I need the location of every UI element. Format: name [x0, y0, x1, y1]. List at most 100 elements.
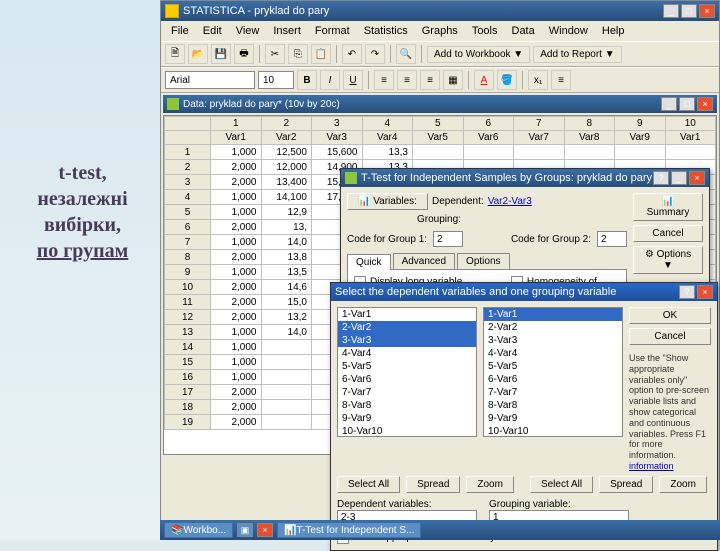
- ttest-close-button[interactable]: ×: [689, 171, 705, 185]
- code2-input[interactable]: [597, 231, 627, 247]
- varsel-close-button[interactable]: ×: [697, 285, 713, 299]
- list-item[interactable]: 7-Var7: [338, 386, 476, 399]
- list-item[interactable]: 3-Var3: [484, 334, 622, 347]
- align-left-icon[interactable]: ≡: [374, 70, 394, 90]
- font-select[interactable]: [165, 71, 255, 89]
- spread1-button[interactable]: Spread: [406, 476, 460, 493]
- selectall1-button[interactable]: Select All: [337, 476, 400, 493]
- menu-tools[interactable]: Tools: [466, 23, 504, 39]
- list-item[interactable]: 5-Var5: [338, 360, 476, 373]
- dependent-listbox[interactable]: 1-Var12-Var23-Var34-Var45-Var56-Var67-Va…: [337, 307, 477, 437]
- list-item[interactable]: 6-Var6: [338, 373, 476, 386]
- list-item[interactable]: 6-Var6: [484, 373, 622, 386]
- zoom1-button[interactable]: Zoom: [466, 476, 514, 493]
- list-item[interactable]: 2-Var2: [338, 321, 476, 334]
- doc-close-button[interactable]: ×: [697, 97, 713, 111]
- redo-icon[interactable]: ↷: [365, 44, 385, 64]
- list-item[interactable]: 8-Var8: [338, 399, 476, 412]
- ttest-options-button[interactable]: ⚙ Options ▼: [633, 246, 703, 274]
- find-icon[interactable]: 🔍: [396, 44, 416, 64]
- task-workbook[interactable]: 📚 Workbo...: [164, 522, 233, 538]
- undo-icon[interactable]: ↶: [342, 44, 362, 64]
- tab-options[interactable]: Options: [457, 253, 509, 269]
- list-item[interactable]: 1-Var1: [338, 308, 476, 321]
- tab-advanced[interactable]: Advanced: [393, 253, 455, 269]
- zoom2-button[interactable]: Zoom: [659, 476, 707, 493]
- save-icon[interactable]: 💾: [211, 44, 231, 64]
- doc-maximize-button[interactable]: □: [679, 97, 695, 111]
- italic-button[interactable]: I: [320, 70, 340, 90]
- ttest-icon: [345, 172, 357, 184]
- ttest-title: T-Test for Independent Samples by Groups…: [341, 169, 709, 187]
- fill-color-icon[interactable]: 🪣: [497, 70, 517, 90]
- menu-file[interactable]: File: [165, 23, 195, 39]
- list-item[interactable]: 4-Var4: [338, 347, 476, 360]
- list-item[interactable]: 10-Var10: [484, 425, 622, 437]
- menu-data[interactable]: Data: [506, 23, 541, 39]
- font-color-icon[interactable]: A: [474, 70, 494, 90]
- list-item[interactable]: 9-Var9: [484, 412, 622, 425]
- list-item[interactable]: 8-Var8: [484, 399, 622, 412]
- add-workbook-button[interactable]: Add to Workbook ▼: [427, 46, 530, 63]
- spread2-button[interactable]: Spread: [599, 476, 653, 493]
- new-icon[interactable]: 🗎: [165, 44, 185, 64]
- underline-button[interactable]: U: [343, 70, 363, 90]
- code1-input[interactable]: [433, 231, 463, 247]
- borders-icon[interactable]: ▦: [443, 70, 463, 90]
- add-report-button[interactable]: Add to Report ▼: [533, 46, 621, 63]
- task-restore-icon[interactable]: ▣: [237, 523, 253, 537]
- task-ttest[interactable]: 📊 T-Test for Independent S...: [277, 522, 421, 538]
- open-icon[interactable]: 📂: [188, 44, 208, 64]
- taskbar: 📚 Workbo... ▣ × 📊 T-Test for Independent…: [160, 520, 720, 540]
- list-item[interactable]: 10-Var10: [338, 425, 476, 437]
- menu-view[interactable]: View: [230, 23, 266, 39]
- paste-icon[interactable]: 📋: [311, 44, 331, 64]
- copy-icon[interactable]: ⎘: [288, 44, 308, 64]
- minimize-button[interactable]: _: [663, 4, 679, 18]
- menu-window[interactable]: Window: [543, 23, 594, 39]
- variables-button[interactable]: 📊 Variables:: [347, 193, 428, 210]
- varsel-help-button[interactable]: ?: [679, 285, 695, 299]
- menu-statistics[interactable]: Statistics: [358, 23, 414, 39]
- menu-edit[interactable]: Edit: [197, 23, 228, 39]
- ok-button[interactable]: OK: [629, 307, 711, 324]
- list-item[interactable]: 1-Var1: [484, 308, 622, 321]
- doc-minimize-button[interactable]: _: [661, 97, 677, 111]
- hint-text: Use the "Show appropriate variables only…: [629, 353, 711, 472]
- maximize-button[interactable]: □: [681, 4, 697, 18]
- dependent-link[interactable]: Var2-Var3: [488, 196, 532, 207]
- selectall2-button[interactable]: Select All: [530, 476, 593, 493]
- task-close-icon[interactable]: ×: [257, 523, 273, 537]
- menu-graphs[interactable]: Graphs: [416, 23, 464, 39]
- menu-insert[interactable]: Insert: [267, 23, 307, 39]
- align-center-icon[interactable]: ≡: [397, 70, 417, 90]
- cases-icon[interactable]: ≡: [551, 70, 571, 90]
- app-titlebar: STATISTICA - pryklad do pary _ □ ×: [161, 1, 719, 21]
- menu-help[interactable]: Help: [596, 23, 631, 39]
- cut-icon[interactable]: ✂: [265, 44, 285, 64]
- close-button[interactable]: ×: [699, 4, 715, 18]
- align-right-icon[interactable]: ≡: [420, 70, 440, 90]
- ttest-help-button[interactable]: ?: [653, 171, 669, 185]
- tab-quick[interactable]: Quick: [347, 254, 391, 270]
- menu-format[interactable]: Format: [309, 23, 356, 39]
- menubar: FileEditViewInsertFormatStatisticsGraphs…: [161, 21, 719, 41]
- bold-button[interactable]: B: [297, 70, 317, 90]
- data-window-title: Data: pryklad do pary* (10v by 20c) _ □ …: [163, 95, 717, 113]
- print-icon[interactable]: 🖶: [234, 44, 254, 64]
- list-item[interactable]: 2-Var2: [484, 321, 622, 334]
- ttest-rollup-button[interactable]: _: [671, 171, 687, 185]
- more-info-link[interactable]: information: [629, 461, 674, 471]
- list-item[interactable]: 9-Var9: [338, 412, 476, 425]
- ttest-cancel-button[interactable]: Cancel: [633, 225, 703, 242]
- vars-icon[interactable]: x₁: [528, 70, 548, 90]
- list-item[interactable]: 7-Var7: [484, 386, 622, 399]
- grouping-listbox[interactable]: 1-Var12-Var23-Var34-Var45-Var56-Var67-Va…: [483, 307, 623, 437]
- list-item[interactable]: 3-Var3: [338, 334, 476, 347]
- varselect-dialog: Select the dependent variables and one g…: [330, 282, 718, 551]
- varsel-cancel-button[interactable]: Cancel: [629, 328, 711, 345]
- list-item[interactable]: 5-Var5: [484, 360, 622, 373]
- size-select[interactable]: [258, 71, 294, 89]
- list-item[interactable]: 4-Var4: [484, 347, 622, 360]
- summary-button[interactable]: 📊 Summary: [633, 193, 703, 221]
